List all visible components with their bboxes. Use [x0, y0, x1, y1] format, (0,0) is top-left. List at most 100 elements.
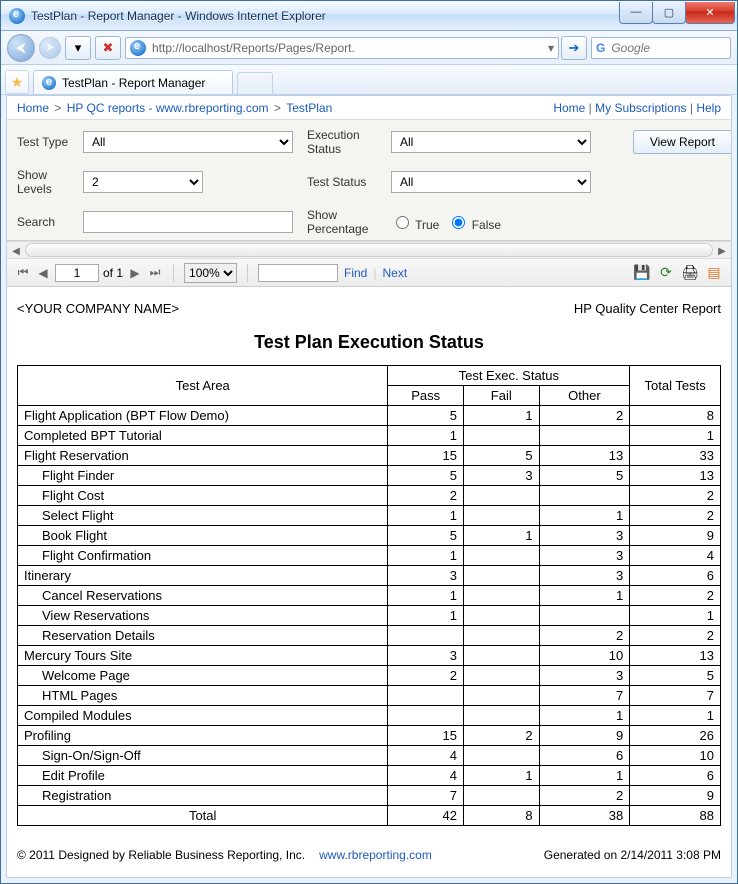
cell-total: 13	[630, 646, 721, 666]
prev-page-icon[interactable]: ◀	[35, 266, 51, 280]
cell-other: 2	[539, 406, 630, 426]
ie-icon	[9, 8, 25, 24]
search-box[interactable]: G	[591, 37, 731, 59]
table-row: Completed BPT Tutorial11	[18, 426, 721, 446]
header-link[interactable]: Home	[553, 101, 585, 115]
address-bar[interactable]: ▾	[125, 37, 559, 59]
table-row: Select Flight112	[18, 506, 721, 526]
minimize-button[interactable]: —	[619, 2, 653, 24]
cell-other: 2	[539, 786, 630, 806]
breadcrumb-link[interactable]: Home	[17, 101, 49, 115]
address-input[interactable]	[150, 40, 544, 56]
cell-fail	[463, 686, 539, 706]
cell-test-area: Select Flight	[18, 506, 388, 526]
table-row: Mercury Tours Site31013	[18, 646, 721, 666]
last-page-icon[interactable]: ⏭	[147, 265, 163, 280]
show-pct-false[interactable]: False	[447, 213, 501, 232]
breadcrumb: Home > HP QC reports - www.rbreporting.c…	[7, 96, 731, 120]
total-other: 38	[539, 806, 630, 826]
cell-test-area: Reservation Details	[18, 626, 388, 646]
cell-other: 9	[539, 726, 630, 746]
cell-pass: 4	[388, 766, 464, 786]
forward-button[interactable]: ⮞	[39, 37, 61, 59]
back-button[interactable]: ⮜	[7, 34, 35, 62]
table-row: Welcome Page235	[18, 666, 721, 686]
table-row: Itinerary336	[18, 566, 721, 586]
cell-pass: 1	[388, 606, 464, 626]
search-field[interactable]	[83, 211, 293, 233]
go-button[interactable]: ➔	[561, 36, 587, 60]
breadcrumb-link[interactable]: TestPlan	[286, 101, 332, 115]
maximize-button[interactable]: ▢	[652, 2, 686, 24]
tab-title: TestPlan - Report Manager	[62, 76, 205, 90]
table-row: Flight Application (BPT Flow Demo)5128	[18, 406, 721, 426]
cell-total: 5	[630, 666, 721, 686]
cell-test-area: Itinerary	[18, 566, 388, 586]
scroll-right-icon[interactable]: ▶	[713, 242, 731, 260]
header-link[interactable]: Help	[696, 101, 721, 115]
breadcrumb-link[interactable]: HP QC reports - www.rbreporting.com	[67, 101, 269, 115]
first-page-icon[interactable]: ⏮	[15, 265, 31, 280]
total-fail: 8	[463, 806, 539, 826]
cell-pass: 1	[388, 586, 464, 606]
search-input[interactable]	[609, 40, 726, 56]
horizontal-scrollbar[interactable]: ◀ ▶	[7, 241, 731, 259]
cell-other	[539, 606, 630, 626]
next-page-icon[interactable]: ▶	[127, 266, 143, 280]
view-report-button[interactable]: View Report	[633, 130, 732, 154]
cell-other: 1	[539, 766, 630, 786]
favorites-button[interactable]: ★	[5, 70, 29, 94]
scroll-left-icon[interactable]: ◀	[7, 242, 25, 260]
table-row: Compiled Modules11	[18, 706, 721, 726]
table-row: Cancel Reservations112	[18, 586, 721, 606]
page-current-input[interactable]	[55, 264, 99, 282]
export-icon[interactable]: 💾	[633, 264, 651, 282]
new-tab-button[interactable]	[237, 72, 273, 94]
test-type-select[interactable]: All	[83, 131, 293, 153]
cell-other: 1	[539, 506, 630, 526]
show-levels-label: Show Levels	[17, 168, 69, 196]
table-row: View Reservations11	[18, 606, 721, 626]
refresh-icon[interactable]: ⟳	[657, 264, 675, 282]
exec-status-label: Execution Status	[307, 128, 377, 156]
print-icon[interactable]: 🖨	[681, 264, 699, 282]
footer-link[interactable]: www.rbreporting.com	[319, 848, 432, 862]
cell-fail	[463, 706, 539, 726]
report-table: Test Area Test Exec. Status Total Tests …	[17, 365, 721, 826]
test-status-select[interactable]: All	[391, 171, 591, 193]
cell-test-area: Sign-On/Sign-Off	[18, 746, 388, 766]
dropdown-icon[interactable]: ▾	[548, 41, 554, 55]
cell-pass: 5	[388, 406, 464, 426]
header-link[interactable]: My Subscriptions	[595, 101, 686, 115]
next-link[interactable]: Next	[382, 266, 407, 280]
cell-test-area: Flight Finder	[18, 466, 388, 486]
cell-pass: 3	[388, 646, 464, 666]
table-row: Profiling152926	[18, 726, 721, 746]
window-buttons: — ▢ ✕	[620, 2, 735, 24]
cell-fail: 3	[463, 466, 539, 486]
zoom-select[interactable]: 100%	[184, 263, 237, 283]
close-button[interactable]: ✕	[685, 2, 735, 24]
report-footer: © 2011 Designed by Reliable Business Rep…	[17, 848, 721, 862]
cell-fail	[463, 606, 539, 626]
show-levels-select[interactable]: 2	[83, 171, 203, 193]
exec-status-select[interactable]: All	[391, 131, 591, 153]
stop-button[interactable]: ✖	[95, 36, 121, 60]
find-input[interactable]	[258, 264, 338, 282]
scroll-track[interactable]	[25, 243, 713, 257]
cell-other: 6	[539, 746, 630, 766]
cell-other: 1	[539, 586, 630, 606]
feed-icon[interactable]: ▤	[705, 264, 723, 282]
show-pct-true[interactable]: True	[391, 213, 439, 232]
col-pass: Pass	[388, 386, 464, 406]
recent-pages-button[interactable]: ▾	[65, 36, 91, 60]
cell-test-area: Edit Profile	[18, 766, 388, 786]
find-link[interactable]: Find	[344, 266, 367, 280]
cell-total: 2	[630, 506, 721, 526]
cell-test-area: Book Flight	[18, 526, 388, 546]
tab-active[interactable]: TestPlan - Report Manager	[33, 70, 233, 94]
table-row: Sign-On/Sign-Off4610	[18, 746, 721, 766]
cell-total: 1	[630, 426, 721, 446]
cell-total: 13	[630, 466, 721, 486]
cell-pass: 7	[388, 786, 464, 806]
